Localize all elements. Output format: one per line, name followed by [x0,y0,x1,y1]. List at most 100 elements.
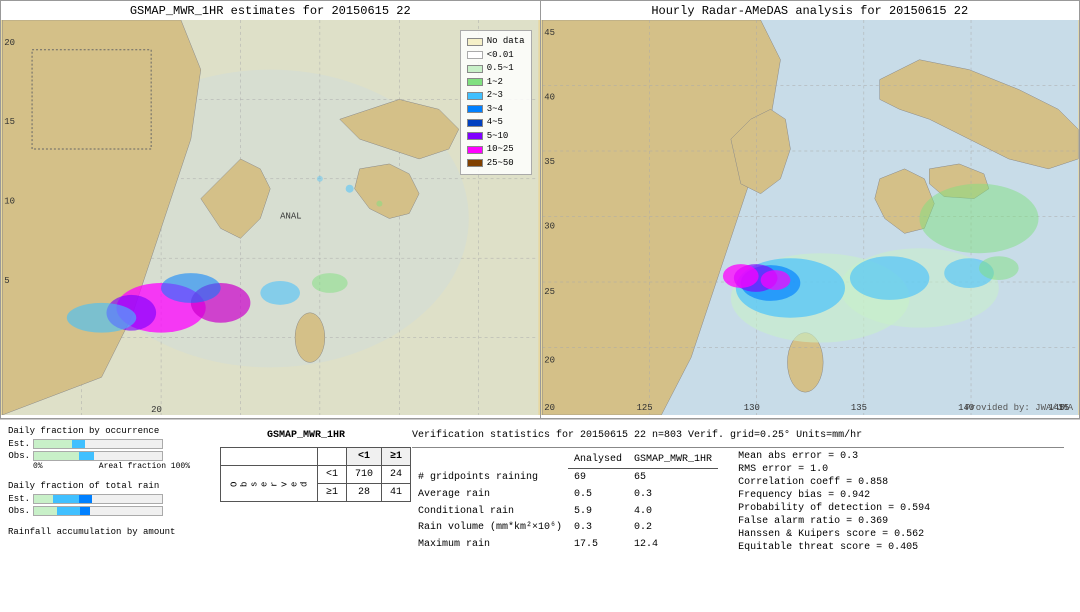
est-bar-container-1 [33,439,163,449]
legend-color-25-50 [467,159,483,167]
svg-text:20: 20 [4,38,15,48]
legend-color-3-4 [467,105,483,113]
obs-label-2: Obs. [8,506,30,516]
empty-cell-2 [318,448,347,466]
svg-text:15: 15 [4,117,15,127]
legend-25-50: 25~50 [467,157,525,171]
legend-label-2-3: 2~3 [487,89,503,103]
table-row-lt1: Observed <1 710 24 [221,466,411,484]
left-map-canvas: 20 15 10 5 20 ANAL No data < [1,20,540,415]
stats-label-4: Maximum rain [412,536,568,553]
obs-label-1: Obs. [8,451,30,461]
stats-row-3: Rain volume (mm*km²×10⁶) 0.3 0.2 [412,519,718,536]
obs-bar-row-2: Obs. [8,506,208,516]
est-bar-green-1 [34,440,72,448]
legend-color-5-10 [467,132,483,140]
obs-bar-cyan-2 [57,507,80,515]
maps-row: GSMAP_MWR_1HR estimates for 20150615 22 [0,0,1080,420]
axis-line-1: 0% Areal fraction 100% [33,462,190,471]
est-bar-row-1: Est. [8,439,208,449]
stat-freq-bias: Frequency bias = 0.942 [738,490,930,501]
stat-rms: RMS error = 1.0 [738,464,930,475]
legend-label-10-25: 10~25 [487,143,514,157]
cell-ge1-lt1: 28 [347,484,382,502]
stats-val1-0: 69 [568,468,628,485]
legend-05-1: 0.5~1 [467,62,525,76]
chart-title-2: Daily fraction of total rain [8,481,208,491]
legend-lt001: <0.01 [467,49,525,63]
stats-divider [412,447,1064,448]
svg-text:20: 20 [544,355,555,365]
stat-corr: Correlation coeff = 0.858 [738,477,930,488]
stats-content: Analysed GSMAP_MWR_1HR # gridpoints rain… [412,451,1064,553]
stats-val1-4: 17.5 [568,536,628,553]
stats-panel: Verification statistics for 20150615 22 … [404,426,1072,606]
svg-text:125: 125 [636,403,652,413]
stats-header-row: Analysed GSMAP_MWR_1HR [412,451,718,468]
stats-row-1: Average rain 0.5 0.3 [412,486,718,503]
obs-bar-container-2 [33,506,163,516]
obs-bar-green-2 [34,507,57,515]
stats-val2-2: 4.0 [628,503,718,520]
svg-text:25: 25 [544,287,555,297]
svg-text:20: 20 [151,405,162,415]
svg-text:5: 5 [4,276,9,286]
stat-ets: Equitable threat score = 0.405 [738,542,930,553]
legend-label-lt001: <0.01 [487,49,514,63]
stats-val2-3: 0.2 [628,519,718,536]
contingency-title: GSMAP_MWR_1HR [220,430,392,441]
chart-title-1: Daily fraction by occurrence [8,426,208,436]
obs-bar-green-1 [34,452,79,460]
legend: No data <0.01 0.5~1 1~2 [460,30,532,175]
legend-color-lt001 [467,51,483,59]
obs-bar-row-1: Obs. [8,451,208,461]
stats-title: Verification statistics for 20150615 22 … [412,430,1064,441]
est-bar-row-2: Est. [8,494,208,504]
obs-bar-blue-2 [80,507,90,515]
chart-title-3: Rainfall accumulation by amount [8,527,208,537]
legend-color-nodata [467,38,483,46]
stats-val2-1: 0.3 [628,486,718,503]
legend-color-4-5 [467,119,483,127]
right-map-title: Hourly Radar-AMeDAS analysis for 2015061… [541,1,1080,20]
est-label-2: Est. [8,494,30,504]
legend-1-2: 1~2 [467,76,525,90]
cell-lt1-lt1: 710 [347,466,382,484]
obs-side-label: Observed [221,466,318,502]
stats-label-2: Conditional rain [412,503,568,520]
axis-left-1: 0% [33,462,43,471]
stats-label-1: Average rain [412,486,568,503]
col-header-gsmap: GSMAP_MWR_1HR [628,451,718,468]
legend-label-nodata: No data [487,35,525,49]
stat-mean-abs: Mean abs error = 0.3 [738,451,930,462]
svg-text:20: 20 [544,403,555,413]
stat-pod: Probability of detection = 0.594 [738,503,930,514]
left-map-title: GSMAP_MWR_1HR estimates for 20150615 22 [1,1,540,20]
svg-text:30: 30 [544,221,555,231]
legend-label-1-2: 1~2 [487,76,503,90]
col-header-lt1: <1 [347,448,382,466]
svg-text:10: 10 [4,197,15,207]
est-bar-blue-2 [79,495,92,503]
stats-row-4: Maximum rain 17.5 12.4 [412,536,718,553]
right-map-panel: Hourly Radar-AMeDAS analysis for 2015061… [540,0,1080,419]
legend-10-25: 10~25 [467,143,525,157]
stats-row-2: Conditional rain 5.9 4.0 [412,503,718,520]
row-lt1-label: <1 [318,466,347,484]
legend-label-3-4: 3~4 [487,103,503,117]
contingency-table: <1 ≥1 Observed <1 710 24 ≥1 28 41 [220,447,411,502]
empty-cell [221,448,318,466]
right-map-canvas: 45 40 35 30 25 20 125 130 135 140 145 20… [541,20,1080,415]
est-bar-green-2 [34,495,53,503]
svg-text:40: 40 [544,92,555,102]
svg-text:130: 130 [743,403,759,413]
stats-right: Mean abs error = 0.3 RMS error = 1.0 Cor… [738,451,930,553]
svg-text:35: 35 [544,157,555,167]
row-ge1-label: ≥1 [318,484,347,502]
col-header-analysed: Analysed [568,451,628,468]
legend-label-5-10: 5~10 [487,130,509,144]
legend-color-2-3 [467,92,483,100]
svg-text:135: 135 [850,403,866,413]
legend-2-3: 2~3 [467,89,525,103]
charts-panel: Daily fraction by occurrence Est. Obs. [8,426,208,606]
